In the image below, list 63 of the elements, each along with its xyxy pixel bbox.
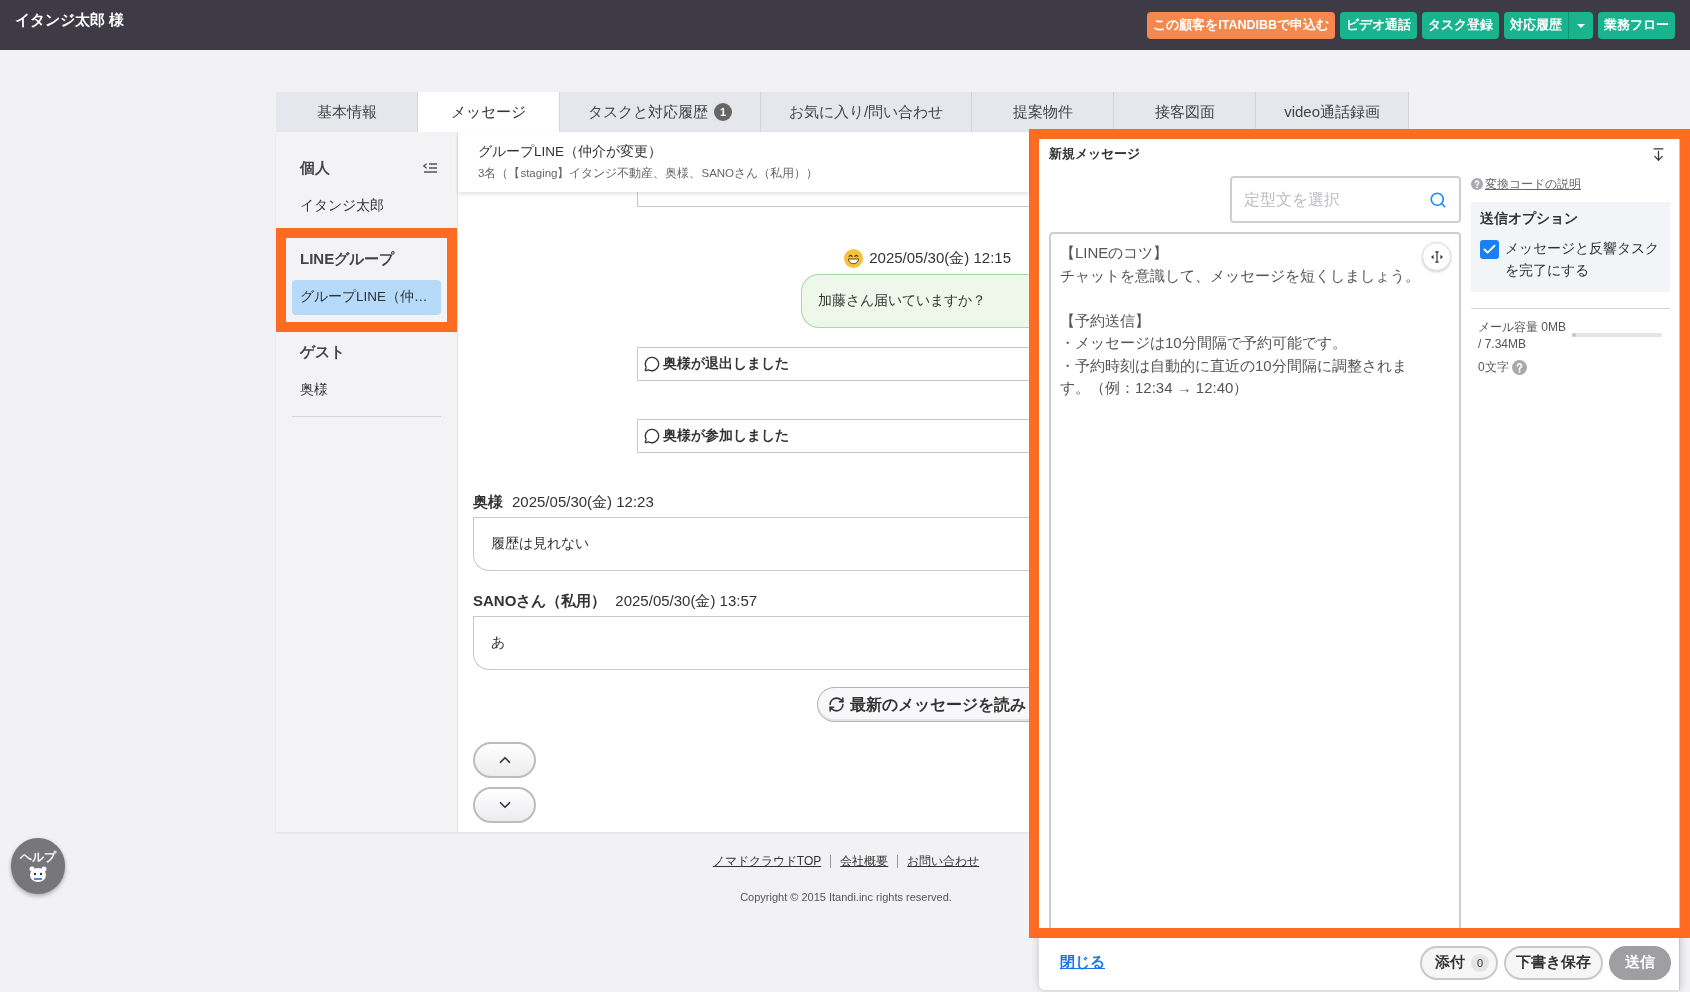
system-message-text: 奥様が退出しました [663, 354, 789, 373]
panel-title: 新規メッセージ [1049, 145, 1140, 164]
message-bubble: 加藤さん届いていますか？ [801, 274, 1029, 328]
chat-members: 3名（【staging】イタンジ不動産、奥様、SANOさん（私用）） [478, 166, 820, 181]
tab[interactable]: お気に入り/問い合わせ [761, 92, 973, 132]
code-help-link[interactable]: 変換コードの説明 [1485, 175, 1581, 193]
footer-link[interactable]: お問い合わせ [907, 852, 980, 870]
tab[interactable]: 提案物件 [972, 92, 1115, 132]
section-title: ゲスト [300, 342, 345, 362]
message-time: 2025/05/30(金) 12:23 [512, 491, 654, 512]
help-button[interactable]: ヘルプ [11, 838, 65, 894]
footer-link[interactable]: ノマドクラウドTOP [712, 852, 822, 870]
tab[interactable]: 基本情報 [276, 92, 418, 132]
checkbox[interactable] [1480, 240, 1499, 259]
capacity-text: メール容量 0MB / 7.34MB [1478, 319, 1567, 353]
check-icon [1482, 242, 1497, 257]
tab[interactable]: タスクと対応履歴 1 [560, 92, 761, 132]
footer-link[interactable]: 会社概要 [840, 852, 889, 870]
attach-button[interactable]: 添付 0 [1420, 946, 1498, 980]
speech-bubble-icon [644, 356, 660, 372]
message-bubble: 履歴は見れない [473, 517, 1029, 571]
help-icon [1471, 178, 1483, 190]
count-badge: 0 [1471, 954, 1489, 972]
tab[interactable]: video通話録画 [1256, 92, 1410, 132]
options-title: 送信オプション [1480, 210, 1579, 228]
option-label: メッセージと反響タスクを完了にする [1505, 240, 1660, 280]
customer-name: イタンジ太郎 様 [15, 10, 125, 30]
speech-bubble-icon [644, 428, 660, 444]
sidebar-item[interactable]: 奥様 [292, 373, 441, 408]
sidebar-item[interactable]: グループLINE（仲… [292, 280, 441, 315]
chat-title: グループLINE（仲介が変更） [478, 142, 663, 161]
message-text-line: ・メッセージは10分間隔で予約可能です。 [1060, 333, 1348, 353]
char-count: 0文字 [1478, 359, 1509, 376]
caret-icon [1577, 23, 1585, 28]
message-time: 2025/05/30(金) 12:15 [869, 247, 1011, 268]
system-message-text: 奥様が参加しました [663, 426, 789, 445]
copyright-text: Copyright © 2015 Itandi.inc rights reserved. [740, 890, 952, 905]
sender-name: 奥様 [473, 491, 503, 512]
message-time: 2025/05/30(金) 13:57 [615, 590, 758, 611]
tab[interactable]: メッセージ [418, 92, 560, 132]
section-title: 個人 [300, 158, 330, 178]
help-icon [1511, 359, 1527, 375]
minimize-icon[interactable] [1651, 146, 1666, 162]
text-cursor-icon [1429, 250, 1444, 263]
message-text-line: チャットを意識して、メッセージを短くしましょう。 [1060, 265, 1421, 286]
close-link[interactable]: 閉じる [1060, 952, 1105, 974]
collapse-icon[interactable] [423, 163, 437, 173]
message-text-line: ・予約時刻は自動的に直近の10分間隔に調整されます。（例：12:34 → 12:40） [1060, 355, 1408, 398]
search-icon [1429, 190, 1447, 209]
mascot-icon [28, 866, 48, 882]
message-bubble: あ [473, 616, 1029, 670]
count-badge: 1 [714, 103, 732, 121]
message-text-line: 【LINEのコツ】 [1060, 243, 1170, 263]
message-text-line: 【予約送信】 [1060, 310, 1151, 331]
grinning-face-icon [844, 248, 864, 268]
resize-button[interactable] [1422, 242, 1451, 271]
section-title: LINEグループ [300, 249, 395, 269]
reload-button[interactable]: 最新のメッセージを読み [817, 687, 1029, 722]
save-draft-button[interactable]: 下書き保存 [1504, 946, 1603, 980]
sidebar-item[interactable]: イタンジ太郎 [292, 189, 441, 224]
refresh-icon [828, 696, 845, 713]
tab[interactable]: 接客図面 [1114, 92, 1257, 132]
sender-name: SANOさん（私用） [473, 590, 607, 611]
